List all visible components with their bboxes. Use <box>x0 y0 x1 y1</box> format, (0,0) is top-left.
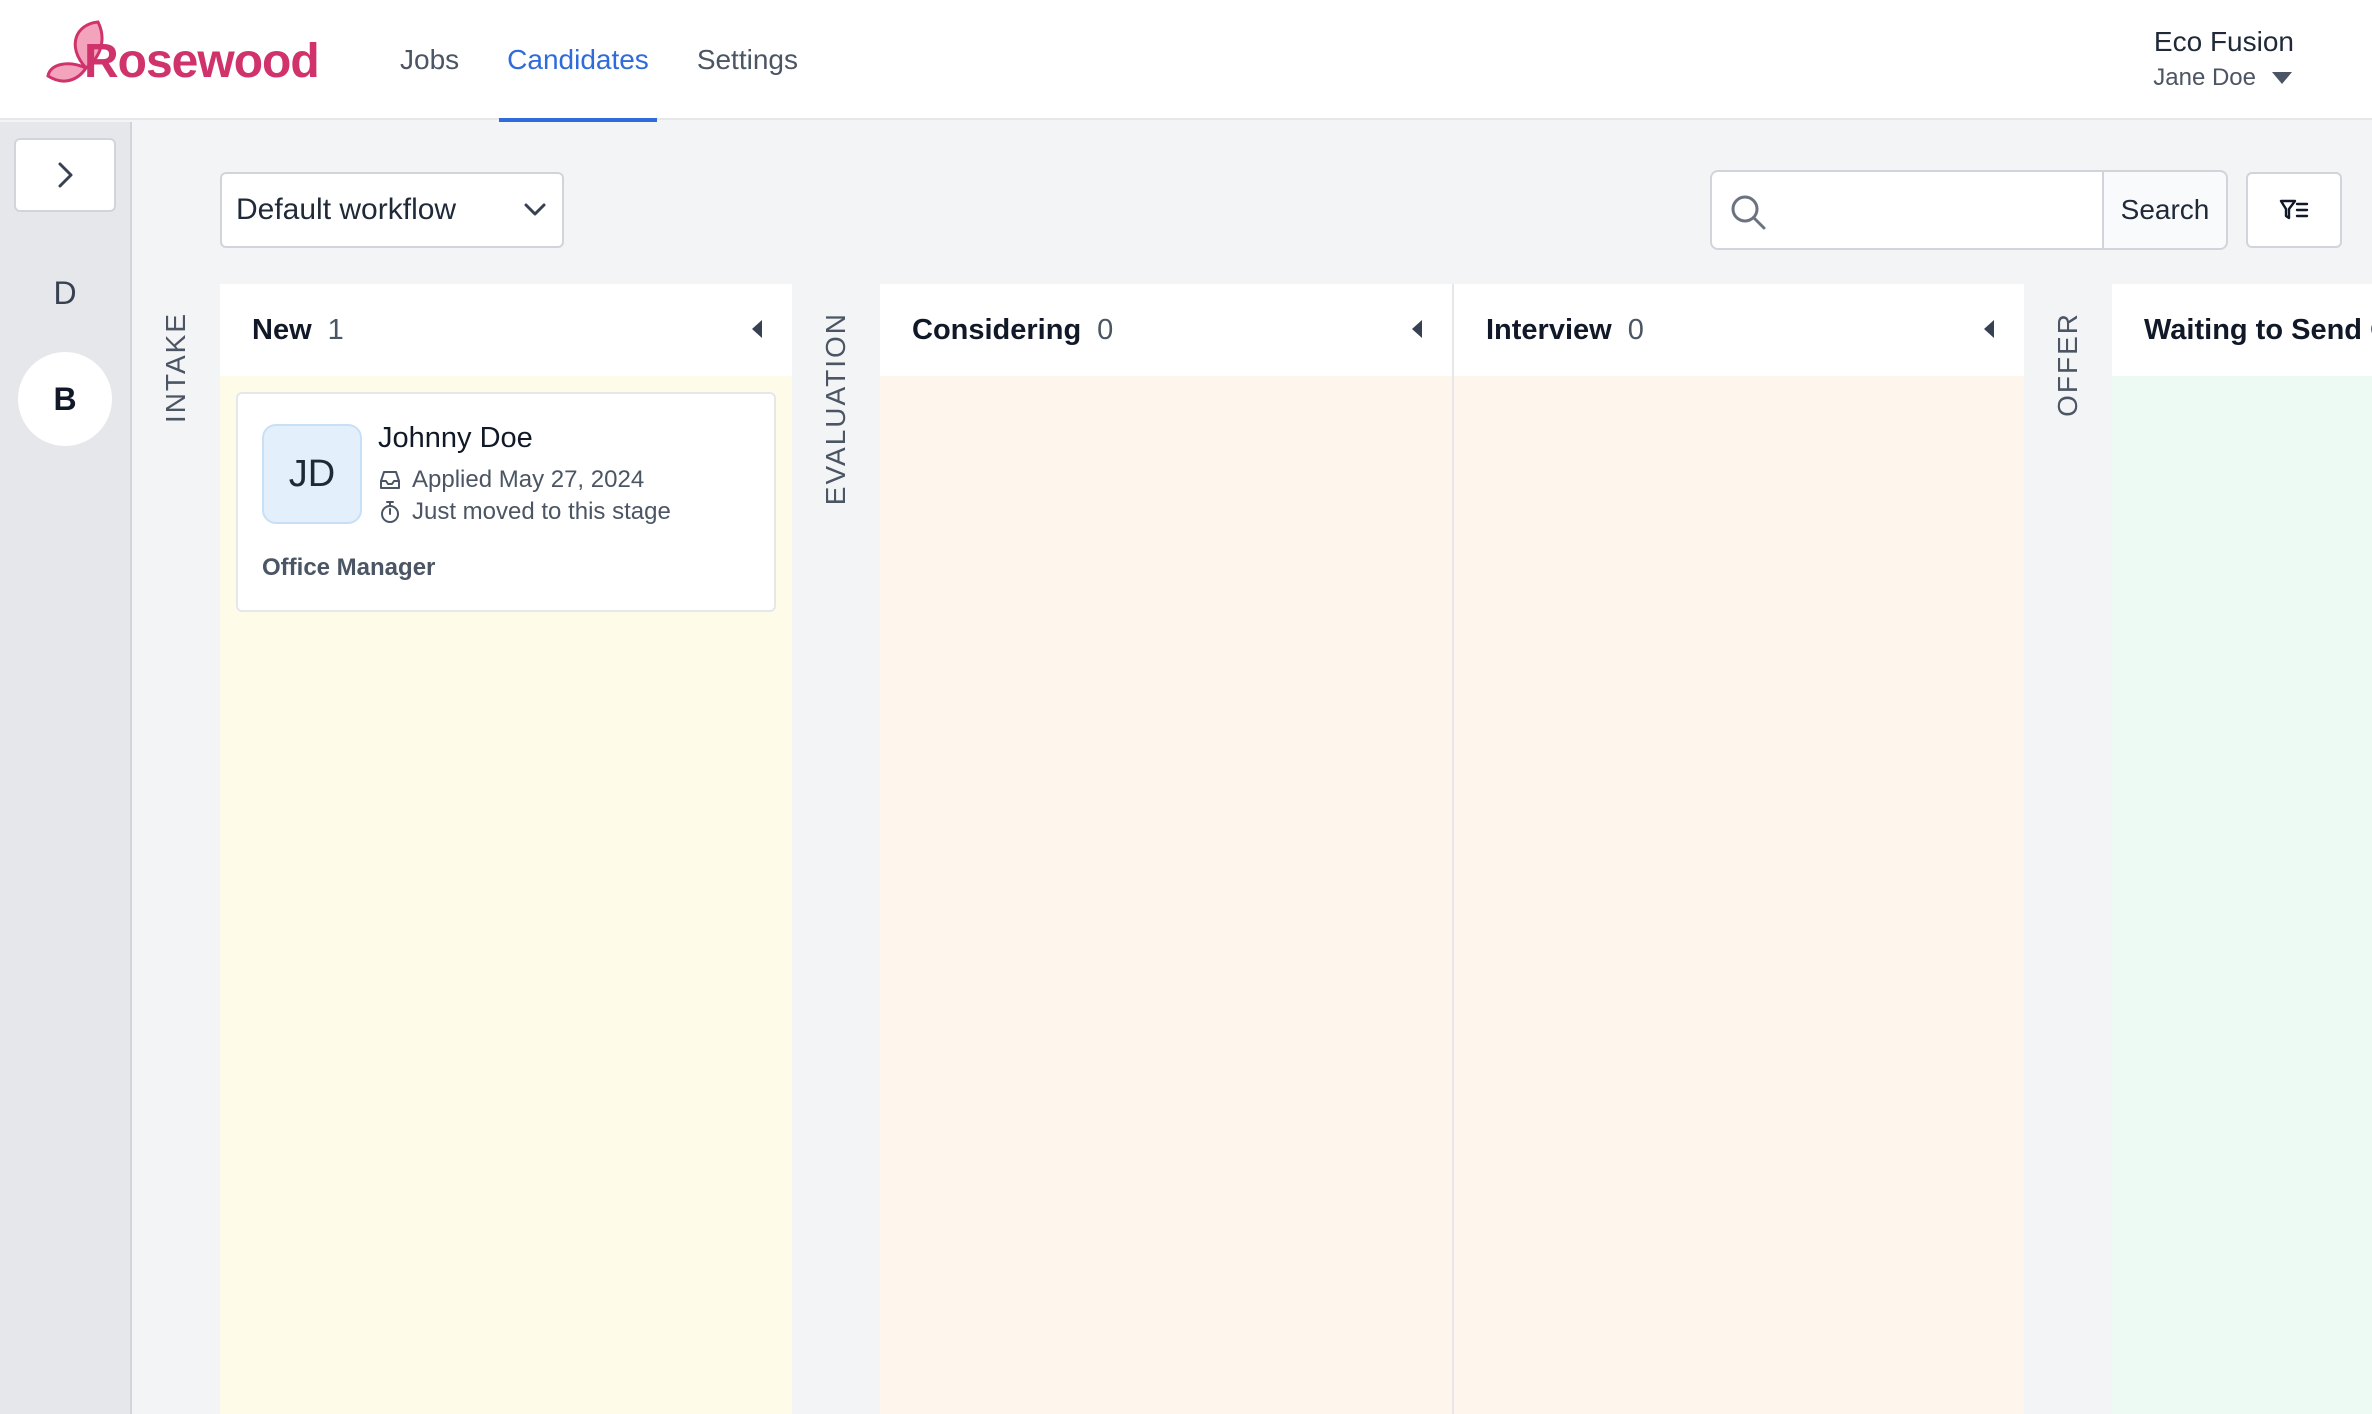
account-menu: Eco Fusion Jane Doe <box>2153 26 2294 92</box>
nav-jobs[interactable]: Jobs <box>392 0 467 120</box>
column-title: New <box>252 313 312 346</box>
column-title: Interview <box>1486 313 1612 346</box>
group-intake-text: INTAKE <box>160 312 191 424</box>
collapse-column-icon[interactable] <box>1984 320 1994 338</box>
column-count: 0 <box>1627 313 1644 346</box>
group-label-intake: INTAKE <box>132 284 220 1414</box>
column-new: New 1 JD Johnny Doe Applied May 27, 2024… <box>220 284 792 1414</box>
column-count: 0 <box>1097 313 1114 346</box>
column-count: 1 <box>327 313 344 346</box>
collapse-column-icon[interactable] <box>1412 320 1422 338</box>
search-input[interactable] <box>1782 172 2092 248</box>
column-interview: Interview 0 <box>1452 284 2024 1414</box>
applied-date-text: Applied May 27, 2024 <box>412 466 645 493</box>
stopwatch-icon <box>381 501 399 523</box>
column-waiting-to-send-offer: Waiting to Send Offer <box>2112 284 2372 1414</box>
rosewood-logo[interactable]: Rosewood <box>46 16 320 96</box>
stage-time-text: Just moved to this stage <box>412 498 671 525</box>
column-header: Considering 0 <box>880 284 1452 376</box>
chevron-right-icon <box>58 162 73 188</box>
top-navigation: Rosewood Jobs Candidates Settings Eco Fu… <box>0 0 2372 122</box>
column-body <box>880 376 1452 1414</box>
chevron-down-icon <box>524 203 546 216</box>
workflow-select-value: Default workflow <box>236 193 457 226</box>
left-rail: D B <box>0 122 132 1414</box>
rail-item-b[interactable]: B <box>18 352 112 446</box>
job-title: Office Manager <box>262 554 436 581</box>
column-header: Waiting to Send Offer <box>2112 284 2372 376</box>
column-body <box>2112 376 2372 1414</box>
group-offer-text: OFFER <box>2052 312 2083 417</box>
user-name: Jane Doe <box>2153 64 2256 91</box>
candidate-name: Johnny Doe <box>378 422 533 454</box>
candidate-card[interactable]: JD Johnny Doe Applied May 27, 2024 Just … <box>236 392 776 612</box>
expand-rail-button[interactable] <box>14 138 116 212</box>
search-icon <box>1731 195 1766 230</box>
nav-candidates[interactable]: Candidates <box>499 0 657 122</box>
caret-down-icon <box>2272 72 2292 84</box>
stage-time: Just moved to this stage <box>378 498 671 526</box>
column-header: New 1 <box>220 284 792 376</box>
filter-button[interactable] <box>2246 172 2342 248</box>
group-label-offer: OFFER <box>2024 284 2112 1414</box>
avatar: JD <box>262 424 362 524</box>
inbox-icon <box>380 471 400 489</box>
rail-item-d[interactable]: D <box>18 246 112 340</box>
workflow-select[interactable]: Default workflow <box>220 172 564 248</box>
column-header: Interview 0 <box>1454 284 2024 376</box>
collapse-column-icon[interactable] <box>752 320 762 338</box>
applied-date: Applied May 27, 2024 <box>378 466 644 494</box>
search-button[interactable]: Search <box>2102 170 2228 250</box>
main-nav: Jobs Candidates Settings <box>392 0 838 122</box>
group-evaluation-text: EVALUATION <box>820 312 851 506</box>
column-title: Considering <box>912 313 1082 346</box>
column-considering: Considering 0 <box>880 284 1452 1414</box>
search-field <box>1710 170 2104 250</box>
brand-name: Rosewood <box>84 35 320 88</box>
column-body <box>1454 376 2024 1414</box>
filter-icon <box>2279 199 2309 220</box>
column-title: Waiting to Send Offer <box>2144 313 2372 346</box>
user-menu-trigger[interactable]: Jane Doe <box>2153 64 2294 92</box>
organization-name: Eco Fusion <box>2153 26 2294 57</box>
group-label-evaluation: EVALUATION <box>792 284 880 1414</box>
nav-settings[interactable]: Settings <box>689 0 806 120</box>
